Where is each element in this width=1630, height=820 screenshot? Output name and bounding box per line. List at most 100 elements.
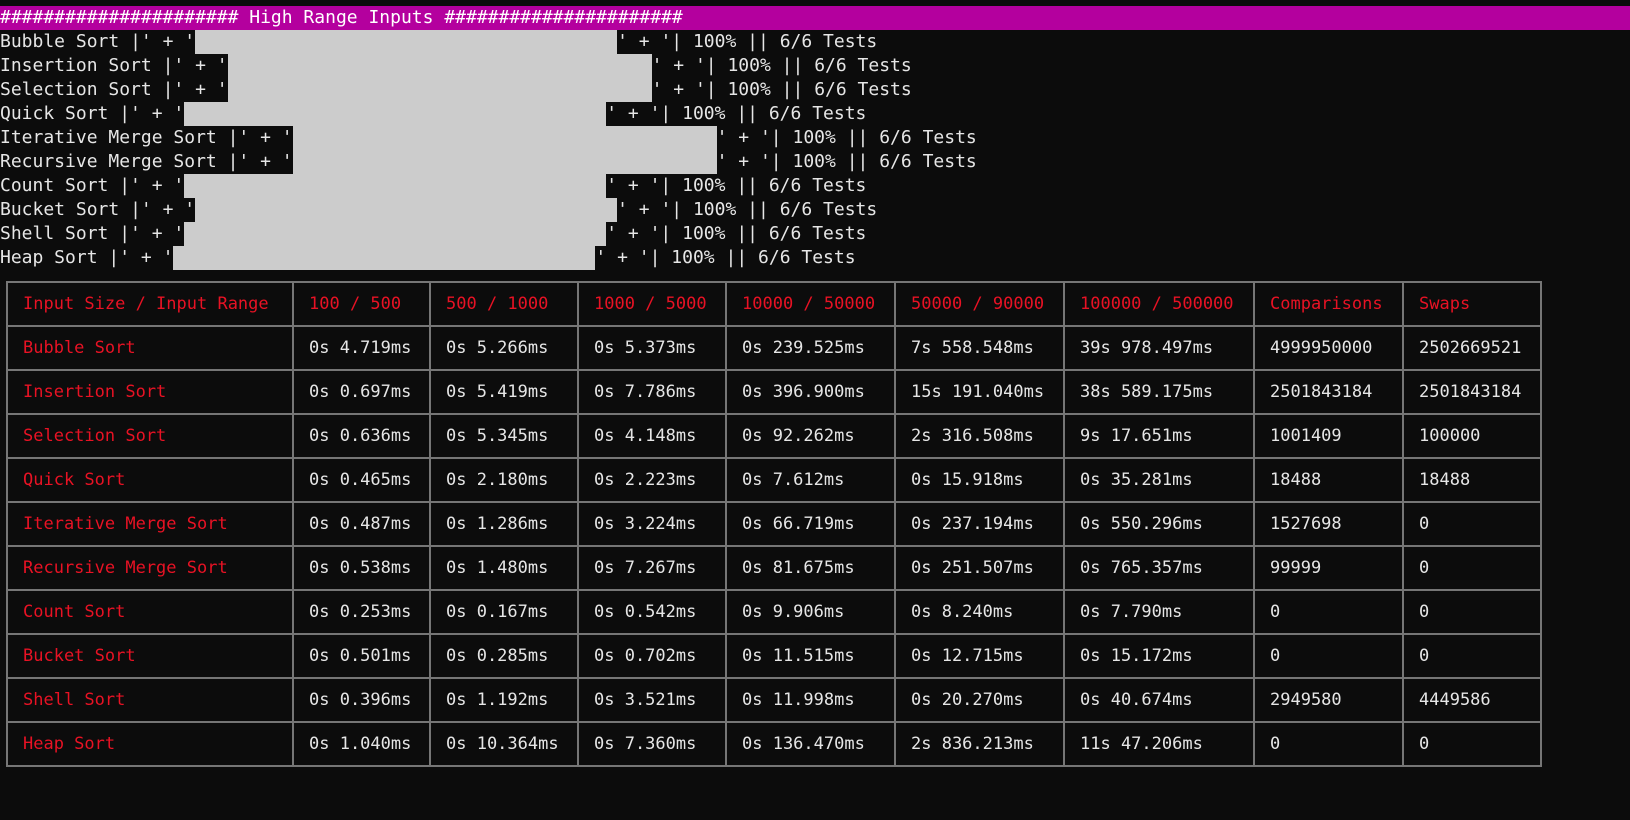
- progress-row: Insertion Sort |' + ' ' + '| 100% || 6/6 …: [0, 54, 912, 78]
- table-cell: 0s 12.715ms: [894, 633, 1065, 679]
- table-cell: 100000: [1402, 413, 1542, 459]
- table-row: Count Sort 0s 0.253ms 0s 0.167ms 0s 0.542ms…: [6, 589, 1542, 635]
- progress-tests-count: 6/6 Tests: [758, 247, 856, 268]
- progress-bar-fill: [184, 102, 607, 126]
- table-cell: 0s 5.419ms: [429, 369, 579, 415]
- table-cell: 0s 8.240ms: [894, 589, 1065, 635]
- table-cell: 0s 7.790ms: [1063, 589, 1255, 635]
- progress-row: Heap Sort |' + ' ' + '| 100% || 6/6 Tests: [0, 246, 856, 270]
- progress-row: Count Sort |' + ' ' + '| 100% || 6/6 Test…: [0, 174, 867, 198]
- table-cell: 0s 66.719ms: [725, 501, 896, 547]
- table-row: Shell Sort 0s 0.396ms 0s 1.192ms 0s 3.521ms…: [6, 677, 1542, 723]
- table-cell: 0s 0.542ms: [577, 589, 727, 635]
- progress-bar-fill: [184, 222, 607, 246]
- progress-bar-fill: [227, 54, 652, 78]
- column-header: 100 / 500: [292, 281, 431, 327]
- progress-row-label: Bucket Sort: [0, 199, 120, 220]
- table-cell: 0s 237.194ms: [894, 501, 1065, 547]
- progress-percent: 100%: [792, 151, 836, 172]
- table-row: Quick Sort 0s 0.465ms 0s 2.180ms 0s 2.223ms…: [6, 457, 1542, 503]
- row-label: Recursive Merge Sort: [6, 545, 294, 591]
- progress-open-segment: |' + ': [119, 175, 185, 196]
- table-cell: 2s 316.508ms: [894, 413, 1065, 459]
- table-cell: 99999: [1253, 545, 1404, 591]
- table-cell: 2949580: [1253, 677, 1404, 723]
- table-header-row: Input Size / Input Range 100 / 500 500 / 1…: [6, 281, 1542, 327]
- table-cell: 0s 0.396ms: [292, 677, 431, 723]
- table-cell: 0s 0.487ms: [292, 501, 431, 547]
- table-cell: 2501843184: [1253, 369, 1404, 415]
- table-cell: 0s 550.296ms: [1063, 501, 1255, 547]
- progress-row-label: Bubble Sort: [0, 31, 120, 52]
- progress-percent: 100%: [682, 103, 726, 124]
- row-label: Iterative Merge Sort: [6, 501, 294, 547]
- progress-tests-count: 6/6 Tests: [879, 127, 977, 148]
- table-cell: 0: [1253, 589, 1404, 635]
- table-cell: 9s 17.651ms: [1063, 413, 1255, 459]
- table-cell: 0s 40.674ms: [1063, 677, 1255, 723]
- table-cell: 0: [1253, 633, 1404, 679]
- table-cell: 0s 0.167ms: [429, 589, 579, 635]
- progress-row-label: Count Sort: [0, 175, 109, 196]
- table-cell: 1527698: [1253, 501, 1404, 547]
- table-cell: 0s 11.998ms: [725, 677, 896, 723]
- progress-row-label: Shell Sort: [0, 223, 109, 244]
- progress-row-label: Insertion Sort: [0, 55, 152, 76]
- progress-open-segment: |' + ': [130, 31, 196, 52]
- table-cell: 0s 5.266ms: [429, 325, 579, 371]
- column-header: 50000 / 90000: [894, 281, 1065, 327]
- table-row: Selection Sort 0s 0.636ms 0s 5.345ms 0s 4.1…: [6, 413, 1542, 459]
- progress-close-segment: ' + '|: [716, 127, 782, 148]
- progress-row-label: Quick Sort: [0, 103, 109, 124]
- progress-row: Iterative Merge Sort |' + ' ' + '| 100% |…: [0, 126, 977, 150]
- progress-close-segment: ' + '|: [606, 175, 672, 196]
- column-header: 500 / 1000: [429, 281, 579, 327]
- table-cell: 0s 136.470ms: [725, 721, 896, 767]
- progress-tests-count: 6/6 Tests: [768, 103, 867, 124]
- progress-bar-fill: [184, 174, 607, 198]
- progress-close-segment: ' + '|: [716, 151, 782, 172]
- table-cell: 0s 10.364ms: [429, 721, 579, 767]
- column-header: Comparisons: [1253, 281, 1404, 327]
- progress-close-segment: ' + '|: [617, 199, 683, 220]
- table-cell: 0s 0.702ms: [577, 633, 727, 679]
- progress-row: Recursive Merge Sort |' + ' ' + '| 100% |…: [0, 150, 977, 174]
- table-cell: 0: [1402, 633, 1542, 679]
- progress-open-segment: |' + ': [108, 247, 174, 268]
- table-cell: 0s 20.270ms: [894, 677, 1065, 723]
- progress-bar-fill: [292, 126, 717, 150]
- table-row: Insertion Sort 0s 0.697ms 0s 5.419ms 0s 7.7…: [6, 369, 1542, 415]
- table-cell: 0s 2.223ms: [577, 457, 727, 503]
- progress-list: Bubble Sort |' + ' ' + '| 100% || 6/6 Tes…: [0, 30, 977, 270]
- table-cell: 0s 92.262ms: [725, 413, 896, 459]
- table-cell: 18488: [1402, 457, 1542, 503]
- table-cell: 0s 0.253ms: [292, 589, 431, 635]
- progress-open-segment: |' + ': [130, 199, 196, 220]
- progress-row: Selection Sort |' + ' ' + '| 100% || 6/6 …: [0, 78, 912, 102]
- progress-row-label: Heap Sort: [0, 247, 98, 268]
- column-header: 1000 / 5000: [577, 281, 727, 327]
- progress-close-segment: ' + '|: [651, 55, 717, 76]
- progress-tests-count: 6/6 Tests: [768, 175, 867, 196]
- progress-percent: 100%: [727, 79, 771, 100]
- progress-row: Quick Sort |' + ' ' + '| 100% || 6/6 Test…: [0, 102, 867, 126]
- table-cell: 11s 47.206ms: [1063, 721, 1255, 767]
- progress-close-segment: ' + '|: [595, 247, 661, 268]
- table-cell: 0: [1402, 589, 1542, 635]
- table-cell: 0s 0.538ms: [292, 545, 431, 591]
- table-cell: 0s 5.373ms: [577, 325, 727, 371]
- table-cell: 4449586: [1402, 677, 1542, 723]
- progress-row: Shell Sort |' + ' ' + '| 100% || 6/6 Test…: [0, 222, 867, 246]
- table-cell: 0s 1.192ms: [429, 677, 579, 723]
- progress-open-segment: |' + ': [119, 103, 185, 124]
- progress-row: Bubble Sort |' + ' ' + '| 100% || 6/6 Tes…: [0, 30, 878, 54]
- table-cell: 4999950000: [1253, 325, 1404, 371]
- column-header: 100000 / 500000: [1063, 281, 1255, 327]
- progress-open-segment: |' + ': [162, 55, 228, 76]
- progress-tests-count: 6/6 Tests: [879, 151, 977, 172]
- table-cell: 7s 558.548ms: [894, 325, 1065, 371]
- table-cell: 0s 0.285ms: [429, 633, 579, 679]
- table-cell: 0: [1402, 501, 1542, 547]
- table-cell: 18488: [1253, 457, 1404, 503]
- progress-close-segment: ' + '|: [606, 103, 672, 124]
